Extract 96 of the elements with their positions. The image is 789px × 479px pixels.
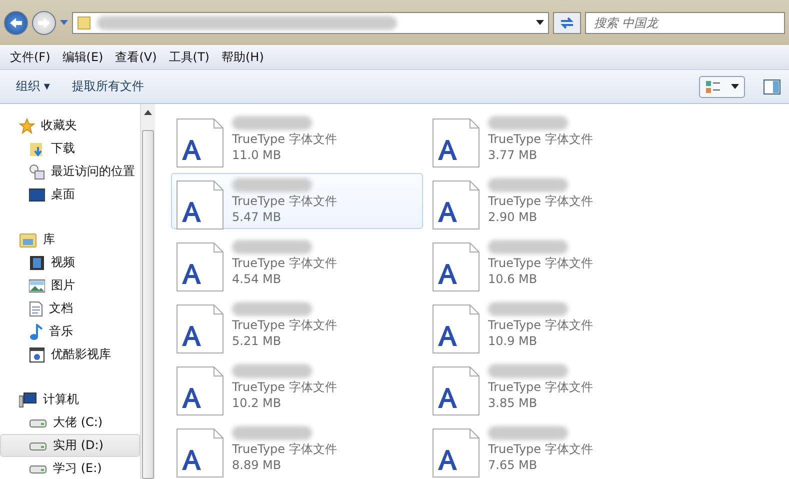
drive-icon xyxy=(29,462,47,474)
picture-icon xyxy=(29,278,45,294)
file-tile[interactable]: TrueType 字体文件 4.54 MB xyxy=(171,235,423,291)
file-type: TrueType 字体文件 xyxy=(488,130,593,148)
menu-item[interactable]: 文件(F) xyxy=(4,48,56,66)
document-icon xyxy=(29,300,43,316)
nav-item[interactable]: 学习 (E:) xyxy=(0,457,140,479)
file-size: 10.2 MB xyxy=(232,396,282,410)
nav-item[interactable]: 桌面 xyxy=(0,183,140,206)
nav-item[interactable]: 图片 xyxy=(0,274,140,297)
refresh-button[interactable] xyxy=(553,12,581,34)
file-tile[interactable]: TrueType 字体文件 10.9 MB xyxy=(427,297,679,353)
view-button[interactable] xyxy=(699,76,745,98)
file-size: 10.9 MB xyxy=(488,334,538,348)
download-folder-icon xyxy=(29,140,45,156)
file-type: TrueType 字体文件 xyxy=(488,192,593,210)
recent-places-icon xyxy=(29,164,45,180)
file-size: 4.54 MB xyxy=(232,272,282,286)
file-type: TrueType 字体文件 xyxy=(232,192,337,210)
font-file-icon xyxy=(432,118,480,168)
font-file-icon xyxy=(432,242,480,292)
file-type: TrueType 字体文件 xyxy=(232,254,337,272)
file-type: TrueType 字体文件 xyxy=(232,440,337,458)
film-icon xyxy=(29,254,45,270)
file-tile[interactable]: TrueType 字体文件 5.47 MB xyxy=(171,173,423,229)
nav-item[interactable]: 下载 xyxy=(0,137,140,160)
file-type: TrueType 字体文件 xyxy=(488,378,593,396)
back-arrow-icon xyxy=(9,16,23,28)
caret-icon[interactable] xyxy=(536,20,544,26)
file-type: TrueType 字体文件 xyxy=(232,378,337,396)
scroll-up-icon[interactable] xyxy=(144,110,152,116)
file-tile[interactable]: TrueType 字体文件 10.6 MB xyxy=(427,235,679,291)
file-size: 11.0 MB xyxy=(232,148,282,162)
font-file-icon xyxy=(432,304,480,354)
file-size: 2.90 MB xyxy=(488,210,538,224)
font-file-icon xyxy=(176,366,224,416)
file-size: 7.65 MB xyxy=(488,458,538,472)
details-view-icon xyxy=(705,80,721,94)
caret-icon xyxy=(731,84,739,90)
menu-item[interactable]: 查看(V) xyxy=(109,48,163,66)
preview-pane-icon[interactable] xyxy=(763,78,781,94)
star-icon xyxy=(19,118,35,134)
nav-item[interactable]: 优酷影视库 xyxy=(0,343,140,366)
refresh-icon xyxy=(559,16,575,30)
file-tile[interactable]: TrueType 字体文件 2.90 MB xyxy=(427,173,679,229)
menu-item[interactable]: 编辑(E) xyxy=(56,48,110,66)
font-file-icon xyxy=(176,118,224,168)
media-window-icon xyxy=(29,346,45,362)
drive-icon xyxy=(29,416,47,428)
file-tile[interactable]: TrueType 字体文件 3.85 MB xyxy=(427,359,679,415)
desktop-icon xyxy=(29,186,45,202)
nav-item[interactable]: 大佬 (C:) xyxy=(0,411,140,434)
font-file-icon xyxy=(176,180,224,230)
menu-item[interactable]: 工具(T) xyxy=(162,48,216,66)
file-tile[interactable]: TrueType 字体文件 3.77 MB xyxy=(427,111,679,167)
file-tile[interactable]: TrueType 字体文件 11.0 MB xyxy=(171,111,423,167)
file-size: 10.6 MB xyxy=(488,272,538,286)
file-size: 5.47 MB xyxy=(232,210,282,224)
file-size: 8.89 MB xyxy=(232,458,282,472)
menu-item[interactable]: 帮助(H) xyxy=(216,48,270,66)
file-type: TrueType 字体文件 xyxy=(488,254,593,272)
nav-group[interactable]: 收藏夹 xyxy=(0,114,140,137)
file-tile[interactable]: TrueType 字体文件 5.21 MB xyxy=(171,297,423,353)
file-type: TrueType 字体文件 xyxy=(488,316,593,334)
nav-item[interactable]: 最近访问的位置 xyxy=(0,160,140,183)
scrollbar[interactable] xyxy=(140,104,155,479)
toolbar-button[interactable]: 组织 ▾ xyxy=(8,74,58,99)
file-size: 3.85 MB xyxy=(488,396,538,410)
file-type: TrueType 字体文件 xyxy=(232,316,337,334)
file-tile[interactable]: TrueType 字体文件 10.2 MB xyxy=(171,359,423,415)
computer-icon xyxy=(19,392,37,408)
nav-item[interactable]: 视频 xyxy=(0,251,140,274)
font-file-icon xyxy=(432,366,480,416)
forward-button[interactable] xyxy=(32,10,56,34)
file-size: 5.21 MB xyxy=(232,334,282,348)
font-file-icon xyxy=(176,242,224,292)
file-type: TrueType 字体文件 xyxy=(488,440,593,458)
nav-item[interactable]: 实用 (D:) xyxy=(0,434,140,457)
font-file-icon xyxy=(176,304,224,354)
file-tile[interactable]: TrueType 字体文件 7.65 MB xyxy=(427,421,679,477)
file-size: 3.77 MB xyxy=(488,148,538,162)
nav-item[interactable]: 文档 xyxy=(0,297,140,320)
file-type: TrueType 字体文件 xyxy=(232,130,337,148)
drive-icon xyxy=(29,440,47,452)
folder-icon xyxy=(77,16,91,30)
music-note-icon xyxy=(29,324,43,340)
library-folder-icon xyxy=(19,232,37,248)
forward-arrow-icon xyxy=(37,16,51,28)
back-button[interactable] xyxy=(4,10,28,34)
toolbar-button[interactable]: 提取所有文件 xyxy=(64,74,152,99)
nav-group[interactable]: 库 xyxy=(0,228,140,251)
nav-group[interactable]: 计算机 xyxy=(0,388,140,411)
file-tile[interactable]: TrueType 字体文件 8.89 MB xyxy=(171,421,423,477)
font-file-icon xyxy=(432,180,480,230)
search-field[interactable]: 搜索 中国龙 xyxy=(585,12,785,34)
nav-item[interactable]: 音乐 xyxy=(0,320,140,343)
